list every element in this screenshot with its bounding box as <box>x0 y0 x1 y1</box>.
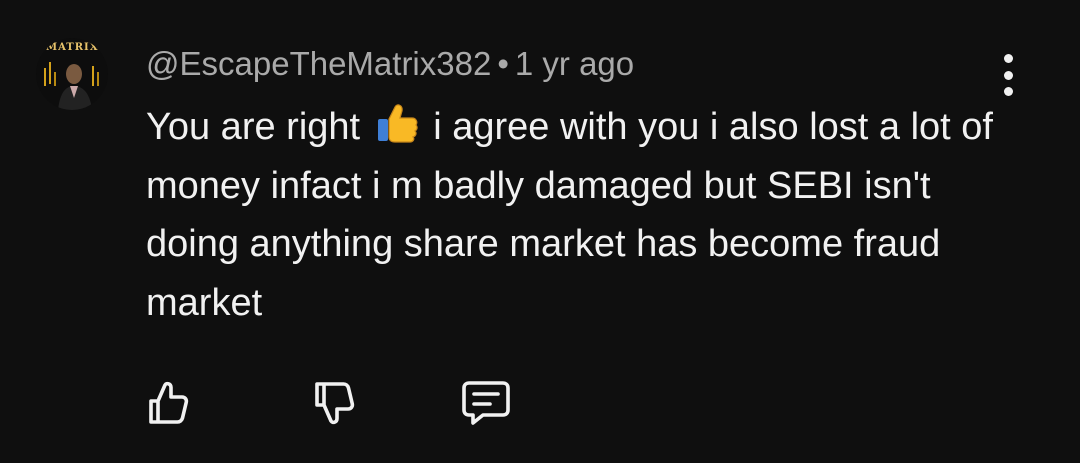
reply-icon <box>462 381 510 425</box>
avatar-logo-text: MATRIX <box>46 42 99 53</box>
more-actions-button[interactable] <box>996 54 1020 96</box>
author-avatar[interactable]: MATRIX <box>36 38 108 110</box>
comment-thread: MATRIX @EscapeTheMatrix382 • 1 yr ago You … <box>0 0 1080 463</box>
thumbs-down-icon <box>315 382 355 425</box>
thumbs-up-icon <box>149 381 189 424</box>
thumbs-up-emoji-icon <box>377 104 418 143</box>
more-vert-icon-dot <box>1003 87 1013 96</box>
reply-button[interactable] <box>459 376 513 430</box>
more-vert-icon-dot <box>1003 70 1013 80</box>
comment-text-part-1: You are right <box>146 106 361 148</box>
like-button[interactable] <box>140 376 194 430</box>
more-vert-icon <box>1003 54 1013 63</box>
comment-timestamp[interactable]: 1 yr ago <box>515 45 634 82</box>
dislike-button[interactable] <box>306 376 360 430</box>
comment-text: You are right i agree with you i also lo… <box>146 98 1006 332</box>
comment-header: @EscapeTheMatrix382 • 1 yr ago <box>146 44 634 84</box>
author-name[interactable]: @EscapeTheMatrix382 <box>146 45 491 82</box>
header-separator: • <box>497 45 509 82</box>
